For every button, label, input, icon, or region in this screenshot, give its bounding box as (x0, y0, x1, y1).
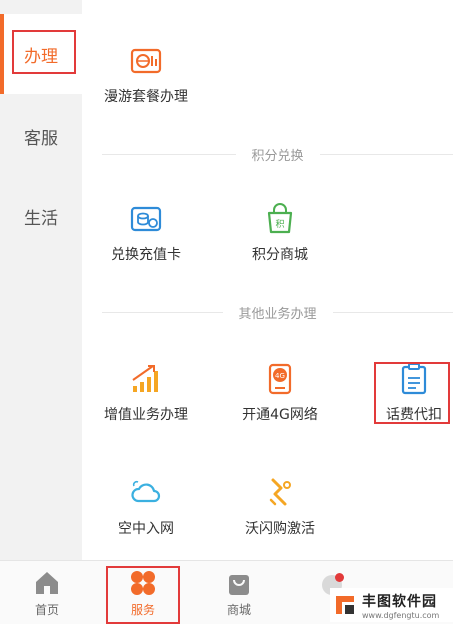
watermark-url: www.dgfengtu.com (362, 610, 440, 620)
service-panel: 漫游套餐办理 积分兑换 兑换充值卡 积 积分商城 其他业务办理 增值业务办理 4… (82, 0, 453, 560)
roaming-package-icon (130, 48, 162, 74)
nav-mall[interactable]: 商城 (204, 569, 274, 618)
value-added-icon (132, 365, 158, 392)
auto-deduct-label: 话费代扣 (386, 407, 442, 423)
points-mall-tile[interactable]: 积 积分商城 (220, 202, 340, 264)
recharge-card-icon (130, 206, 162, 232)
points-section-divider: 积分兑换 (102, 144, 453, 164)
nav-home-label: 首页 (34, 603, 59, 617)
recharge-card-label: 兑换充值卡 (111, 247, 181, 263)
watermark-logo (336, 596, 354, 614)
sidebar-item-label: 生活 (24, 208, 58, 229)
nav-service[interactable]: 服务 (108, 569, 178, 618)
auto-deduct-icon (401, 363, 427, 395)
cloud-network-label: 空中入网 (118, 521, 174, 537)
wo-flash-activate-tile[interactable]: 沃闪购激活 (220, 476, 340, 538)
watermark-title: 丰图软件园 (362, 593, 437, 610)
roaming-package-label: 漫游套餐办理 (104, 89, 188, 105)
service-icon (131, 571, 155, 595)
nav-mall-label: 商城 (226, 603, 251, 617)
roaming-package-tile[interactable]: 漫游套餐办理 (86, 44, 206, 106)
open-4g-label: 开通4G网络 (242, 407, 318, 423)
other-section-divider: 其他业务办理 (102, 302, 453, 322)
sidebar-item-label: 客服 (24, 128, 58, 149)
svg-text:4G: 4G (275, 372, 285, 380)
recharge-card-tile[interactable]: 兑换充值卡 (86, 202, 206, 264)
open-4g-icon: 4G (268, 363, 292, 395)
nav-service-label: 服务 (130, 603, 155, 617)
value-added-label: 增值业务办理 (104, 407, 188, 423)
cloud-network-tile[interactable]: 空中入网 (86, 476, 206, 538)
sidebar-item-customer-service[interactable]: 客服 (0, 96, 82, 176)
cloud-network-icon (131, 480, 161, 503)
wo-flash-activate-icon (269, 478, 291, 506)
watermark: 丰图软件园 www.dgfengtu.com (330, 588, 453, 622)
other-section-title: 其他业务办理 (238, 306, 317, 322)
nav-home[interactable]: 首页 (12, 569, 82, 618)
sidebar: 办理 客服 生活 (0, 0, 82, 560)
points-mall-label: 积分商城 (252, 247, 308, 263)
wo-flash-activate-label: 沃闪购激活 (245, 521, 315, 537)
open-4g-tile[interactable]: 4G 开通4G网络 (220, 362, 340, 424)
svg-text:积: 积 (275, 218, 284, 230)
points-section-title: 积分兑换 (251, 148, 304, 164)
points-mall-icon: 积 (267, 203, 293, 234)
value-added-tile[interactable]: 增值业务办理 (86, 362, 206, 424)
auto-deduct-tile[interactable]: 话费代扣 (354, 362, 453, 424)
sidebar-item-handle[interactable]: 办理 (0, 14, 82, 94)
sidebar-item-life[interactable]: 生活 (0, 176, 82, 256)
home-icon (36, 572, 58, 594)
notification-dot (335, 573, 344, 582)
sidebar-item-label: 办理 (24, 46, 58, 67)
mall-icon (229, 575, 249, 595)
